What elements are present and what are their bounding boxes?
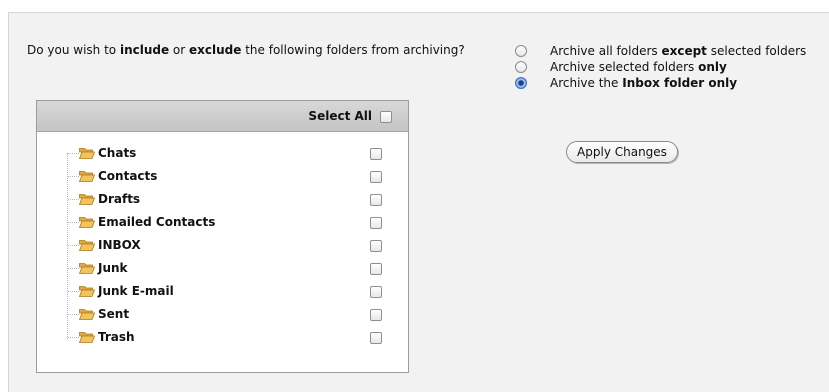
tree-branch-line: [68, 291, 79, 292]
folder-name: Emailed Contacts: [98, 215, 216, 229]
folder-row-sent[interactable]: Sent: [37, 306, 408, 329]
folder-checkbox-emailed-contacts[interactable]: [370, 217, 382, 229]
folder-row-trash[interactable]: Trash: [37, 329, 408, 352]
option-label: Archive selected folders only: [550, 60, 727, 74]
option-label: Archive all folders except selected fold…: [550, 44, 807, 58]
folder-row-inbox[interactable]: INBOX: [37, 237, 408, 260]
folder-checkbox-contacts[interactable]: [370, 171, 382, 183]
question-text-prefix: Do you wish to: [27, 43, 120, 57]
radio-archive-all-except[interactable]: [515, 45, 527, 57]
folder-row-contacts[interactable]: Contacts: [37, 168, 408, 191]
folder-row-drafts[interactable]: Drafts: [37, 191, 408, 214]
select-all-checkbox[interactable]: [380, 111, 392, 123]
tree-branch-line: [68, 314, 79, 315]
folder-row-chats[interactable]: Chats: [37, 145, 408, 168]
tree-branch-line: [68, 153, 79, 154]
question-or-word: or: [169, 43, 190, 57]
apply-changes-button[interactable]: Apply Changes: [566, 141, 678, 163]
folder-name: Drafts: [98, 192, 141, 206]
folder-checkbox-junk[interactable]: [370, 263, 382, 275]
folder-list-header: Select All: [37, 101, 408, 132]
folder-name: Junk: [98, 261, 128, 275]
select-all-label: Select All: [308, 109, 372, 123]
folder-open-icon: [78, 216, 96, 228]
folder-open-icon: [78, 193, 96, 205]
folder-list: Select All Chats Contacts Drafts Emailed…: [36, 100, 409, 373]
tree-branch-line: [68, 222, 79, 223]
folder-checkbox-chats[interactable]: [370, 148, 382, 160]
folder-row-junk[interactable]: Junk: [37, 260, 408, 283]
folder-name: Sent: [98, 307, 130, 321]
question-exclude-word: exclude: [189, 43, 242, 57]
folder-row-junk-e-mail[interactable]: Junk E-mail: [37, 283, 408, 306]
folder-checkbox-drafts[interactable]: [370, 194, 382, 206]
folder-open-icon: [78, 147, 96, 159]
folder-open-icon: [78, 262, 96, 274]
folder-name: Contacts: [98, 169, 158, 183]
folder-checkbox-inbox[interactable]: [370, 240, 382, 252]
tree-branch-line: [68, 337, 79, 338]
folder-checkbox-junk-e-mail[interactable]: [370, 286, 382, 298]
folder-open-icon: [78, 239, 96, 251]
tree-branch-line: [68, 268, 79, 269]
tree-branch-line: [68, 176, 79, 177]
folder-row-emailed-contacts[interactable]: Emailed Contacts: [37, 214, 408, 237]
folder-checkbox-sent[interactable]: [370, 309, 382, 321]
folder-name: Junk E-mail: [98, 284, 174, 298]
question-include-word: include: [119, 43, 170, 57]
folder-name: INBOX: [98, 238, 141, 252]
question-text-suffix: the following folders from archiving?: [241, 43, 465, 57]
tree-branch-line: [68, 199, 79, 200]
radio-archive-selected-only[interactable]: [515, 61, 527, 73]
tree-branch-line: [68, 245, 79, 246]
folder-open-icon: [78, 331, 96, 343]
folder-checkbox-trash[interactable]: [370, 332, 382, 344]
folder-open-icon: [78, 170, 96, 182]
archive-question: Do you wish to include or exclude the fo…: [27, 43, 465, 57]
folder-name: Chats: [98, 146, 137, 160]
folder-name: Trash: [98, 330, 135, 344]
radio-archive-inbox-only[interactable]: [515, 77, 527, 89]
folder-open-icon: [78, 285, 96, 297]
folder-open-icon: [78, 308, 96, 320]
option-label: Archive the Inbox folder only: [550, 76, 738, 90]
